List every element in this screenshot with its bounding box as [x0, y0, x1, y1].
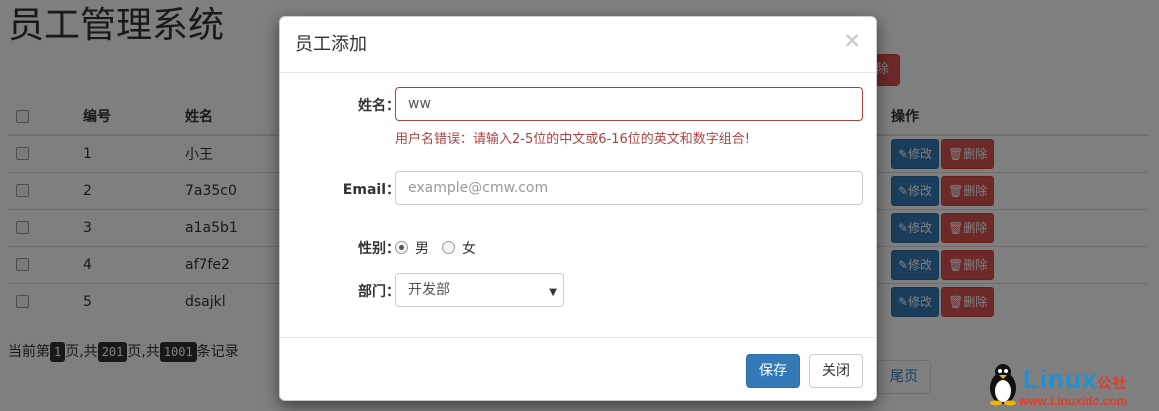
- email-label: Email：: [342, 182, 400, 198]
- modal-header: 员工添加 ×: [280, 17, 876, 73]
- dept-selected-value: 开发部: [408, 282, 450, 298]
- save-button[interactable]: 保存: [746, 354, 800, 388]
- gender-female-label: 女: [462, 241, 476, 257]
- gender-label: 性别：: [358, 241, 400, 257]
- penguin-icon: [990, 364, 1016, 406]
- name-input[interactable]: [395, 87, 863, 121]
- add-employee-modal: 员工添加 × 姓名： 用户名错误：请输入2-5位的中文或6-16位的英文和数字组…: [279, 16, 877, 401]
- watermark-brand-text: Linux: [1023, 364, 1098, 394]
- watermark-brand-suffix: 公社: [1097, 375, 1128, 391]
- close-icon[interactable]: ×: [843, 29, 861, 51]
- watermark-url: www.Linuxidc.com: [1019, 394, 1128, 408]
- email-input[interactable]: [395, 171, 863, 205]
- dept-label: 部门：: [358, 284, 400, 300]
- name-label: 姓名：: [358, 98, 400, 114]
- gender-female-radio[interactable]: [442, 241, 455, 254]
- watermark-brand: Linux公社: [1023, 364, 1127, 395]
- watermark-logo: Linux公社 www.Linuxidc.com: [983, 362, 1157, 408]
- gender-male-label: 男: [415, 241, 429, 257]
- name-error-text: 用户名错误：请输入2-5位的中文或6-16位的英文和数字组合!: [395, 132, 750, 147]
- close-button[interactable]: 关闭: [809, 354, 863, 388]
- modal-title: 员工添加: [295, 34, 367, 55]
- chevron-down-icon: ▼: [549, 287, 557, 298]
- dept-select[interactable]: 开发部 ▼: [395, 273, 564, 307]
- gender-male-radio[interactable]: [395, 241, 408, 254]
- modal-footer: 保存 关闭: [280, 337, 876, 401]
